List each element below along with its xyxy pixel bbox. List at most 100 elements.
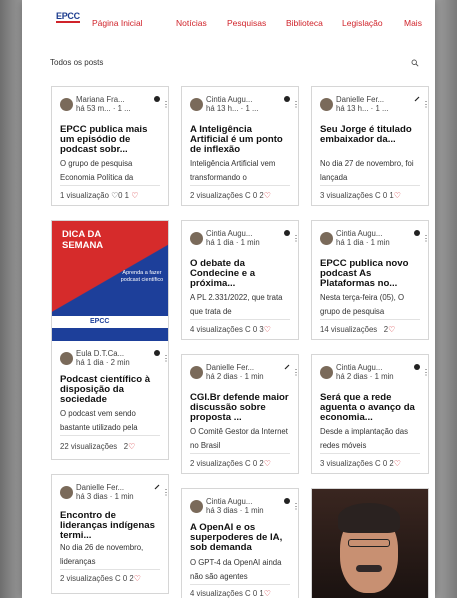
heart-icon[interactable]: ♡: [394, 459, 401, 468]
nav-item-pesquisas[interactable]: Pesquisas: [227, 18, 266, 28]
avatar[interactable]: [60, 98, 73, 111]
heart-icon[interactable]: ♡: [131, 191, 138, 200]
post-header: Eula D.T.Ca... há 1 dia · 2 min ⋮: [60, 349, 168, 371]
more-options-icon[interactable]: ⋮: [292, 369, 298, 377]
avatar[interactable]: [320, 232, 333, 245]
more-options-icon[interactable]: ⋮: [162, 489, 168, 497]
avatar[interactable]: [320, 366, 333, 379]
comments-count: 0: [252, 589, 258, 598]
comment-icon: C: [375, 191, 381, 200]
post-author[interactable]: Cintia Augu...: [206, 95, 278, 104]
site-logo[interactable]: EPCC: [56, 12, 80, 23]
post-card[interactable]: Cintia Augu... há 3 dias · 1 min ⋮ A Ope…: [181, 488, 299, 598]
avatar[interactable]: [190, 366, 203, 379]
nav-item-mais[interactable]: Mais: [404, 18, 422, 28]
heart-icon[interactable]: ♡: [394, 191, 401, 200]
views-count: 2 visualizações: [190, 459, 243, 468]
post-author[interactable]: Cintia Augu...: [336, 229, 408, 238]
heart-icon[interactable]: ♡: [134, 574, 141, 583]
avatar[interactable]: [60, 486, 73, 499]
post-header: Cintia Augu... há 3 dias · 1 min ⋮: [190, 497, 298, 519]
nav-item-legislacao[interactable]: Legislação: [342, 18, 383, 28]
divider: [320, 185, 420, 186]
post-card[interactable]: Cintia Augu... há 13 h... · 1 ... ⋮ A In…: [181, 86, 299, 206]
post-card[interactable]: Mariana Fra... há 53 m... · 1 ... ⋮ EPCC…: [51, 86, 169, 206]
post-title[interactable]: Seu Jorge é titulado embaixador da...: [320, 125, 420, 156]
more-options-icon[interactable]: ⋮: [162, 355, 168, 363]
heart-icon[interactable]: ♡: [264, 325, 271, 334]
writer-badge-icon: [284, 364, 290, 370]
divider: [60, 569, 160, 570]
post-title[interactable]: Será que a rede aguenta o avanço da econ…: [320, 393, 420, 424]
post-excerpt: O Comitê Gestor da Internet no Brasil: [190, 427, 288, 450]
views-count: 1 visualização: [60, 191, 109, 200]
top-navigation: EPCC Página Inicial Notícias Pesquisas B…: [22, 12, 435, 32]
comments-count: 0: [382, 191, 388, 200]
avatar[interactable]: [60, 352, 73, 365]
more-options-icon[interactable]: ⋮: [292, 101, 298, 109]
post-meta: há 13 h... · 1 ...: [336, 104, 389, 113]
post-title[interactable]: O debate da Condecine e a próxima...: [190, 259, 290, 290]
post-author[interactable]: Cintia Augu...: [336, 363, 408, 372]
heart-icon[interactable]: ♡: [128, 442, 135, 451]
post-card[interactable]: [311, 488, 429, 598]
post-author[interactable]: Cintia Augu...: [206, 229, 278, 238]
post-card[interactable]: Danielle Fer... há 2 dias · 1 min ⋮ CGI.…: [181, 354, 299, 474]
heart-icon[interactable]: ♡: [264, 191, 271, 200]
post-card[interactable]: Cintia Augu... há 1 dia · 1 min ⋮ EPCC p…: [311, 220, 429, 340]
background-right: [435, 0, 457, 598]
post-title[interactable]: Encontro de lideranças indígenas termi..…: [60, 511, 160, 542]
heart-icon[interactable]: ♡: [388, 325, 395, 334]
avatar[interactable]: [190, 232, 203, 245]
post-card[interactable]: DICA DA SEMANA Aprenda a fazer podcast c…: [51, 220, 169, 460]
nav-item-noticias[interactable]: Notícias: [176, 18, 207, 28]
post-title[interactable]: A OpenAI e os superpoderes de IA, sob de…: [190, 523, 290, 554]
post-author[interactable]: Cintia Augu...: [206, 497, 278, 506]
admin-badge-icon: [154, 350, 160, 356]
post-title[interactable]: A Inteligência Artificial é um ponto de …: [190, 125, 290, 156]
post-cover-image[interactable]: DICA DA SEMANA Aprenda a fazer podcast c…: [52, 221, 168, 341]
post-author[interactable]: Danielle Fer...: [206, 363, 278, 372]
post-author[interactable]: Mariana Fra...: [76, 95, 148, 104]
avatar[interactable]: [190, 500, 203, 513]
nav-item-pagina-inicial[interactable]: Página Inicial: [92, 18, 143, 28]
post-cover-photo[interactable]: [312, 489, 428, 598]
more-options-icon[interactable]: ⋮: [422, 369, 428, 377]
post-meta: há 3 dias · 1 min: [206, 506, 264, 515]
avatar[interactable]: [320, 98, 333, 111]
post-meta: há 13 h... · 1 ...: [206, 104, 259, 113]
nav-item-biblioteca[interactable]: Biblioteca: [286, 18, 323, 28]
section-title: Todos os posts: [50, 58, 104, 67]
post-author[interactable]: Danielle Fer...: [76, 483, 148, 492]
post-stats: 4 visualizações C 0 1♡: [190, 589, 292, 598]
post-card[interactable]: Cintia Augu... há 2 dias · 1 min ⋮ Será …: [311, 354, 429, 474]
likes-count: 1: [124, 191, 130, 200]
post-author[interactable]: Danielle Fer...: [336, 95, 408, 104]
divider: [320, 319, 420, 320]
post-stats: 1 visualização ♡0 1 ♡: [60, 191, 162, 200]
more-options-icon[interactable]: ⋮: [422, 101, 428, 109]
more-options-icon[interactable]: ⋮: [292, 235, 298, 243]
heart-icon[interactable]: ♡: [264, 459, 271, 468]
promo-headline: DICA DA SEMANA: [62, 229, 104, 251]
more-options-icon[interactable]: ⋮: [292, 503, 298, 511]
avatar[interactable]: [190, 98, 203, 111]
more-options-icon[interactable]: ⋮: [162, 101, 168, 109]
comment-icon: C: [375, 459, 381, 468]
post-title[interactable]: Podcast científico à disposição da socie…: [60, 375, 160, 406]
post-stats: 3 visualizações C 0 2♡: [320, 459, 422, 468]
post-card[interactable]: Danielle Fer... há 3 dias · 1 min ⋮ Enco…: [51, 474, 169, 594]
post-title[interactable]: EPCC publica mais um episódio de podcast…: [60, 125, 160, 156]
post-card[interactable]: Cintia Augu... há 1 dia · 1 min ⋮ O deba…: [181, 220, 299, 340]
post-stats: 2 visualizações C 0 2♡: [190, 191, 292, 200]
post-card[interactable]: Danielle Fer... há 13 h... · 1 ... ⋮ Seu…: [311, 86, 429, 206]
post-author[interactable]: Eula D.T.Ca...: [76, 349, 148, 358]
divider: [60, 185, 160, 186]
search-icon[interactable]: [411, 59, 419, 67]
more-options-icon[interactable]: ⋮: [422, 235, 428, 243]
post-title[interactable]: EPCC publica novo podcast As Plataformas…: [320, 259, 420, 290]
post-title[interactable]: CGI.Br defende maior discussão sobre pro…: [190, 393, 290, 424]
promo-logo: EPCC: [90, 318, 110, 325]
comments-count: 0: [252, 191, 258, 200]
heart-icon[interactable]: ♡: [264, 589, 271, 598]
